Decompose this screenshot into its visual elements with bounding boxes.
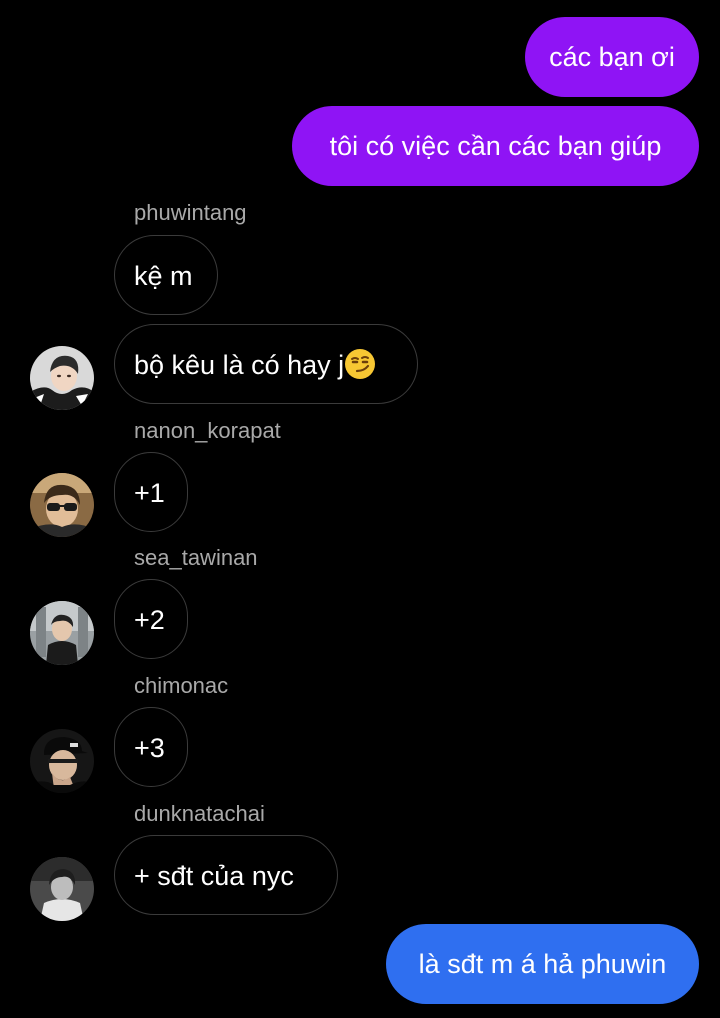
message-text: + sđt của nyc	[134, 861, 294, 891]
incoming-message-bubble[interactable]: +3	[114, 707, 188, 787]
message-text: bộ kêu là có hay j	[134, 350, 345, 380]
sender-name: nanon_korapat	[134, 418, 281, 443]
message-text: tôi có việc cần các bạn giúp	[329, 131, 662, 161]
outgoing-message-bubble[interactable]: các bạn ơi	[525, 17, 699, 97]
avatar[interactable]	[30, 729, 94, 793]
incoming-message-bubble[interactable]: + sđt của nyc	[114, 835, 338, 915]
outgoing-message-bubble[interactable]: là sđt m á hả phuwin	[386, 924, 699, 1004]
message-text: kệ m	[134, 261, 193, 291]
smirking-face-icon	[344, 331, 376, 411]
message-text: là sđt m á hả phuwin	[418, 949, 667, 979]
incoming-message-bubble[interactable]: kệ m	[114, 235, 218, 315]
sender-name: sea_tawinan	[134, 545, 258, 570]
sender-name: phuwintang	[134, 200, 247, 225]
incoming-message-bubble[interactable]: +1	[114, 452, 188, 532]
outgoing-message-bubble[interactable]: tôi có việc cần các bạn giúp	[292, 106, 699, 186]
avatar[interactable]	[30, 857, 94, 921]
avatar[interactable]	[30, 346, 94, 410]
message-text: +1	[134, 478, 165, 508]
incoming-message-bubble[interactable]: +2	[114, 579, 188, 659]
avatar[interactable]	[30, 601, 94, 665]
message-text: +3	[134, 733, 165, 763]
sender-name: chimonac	[134, 673, 229, 698]
sender-name: dunknatachai	[134, 801, 265, 826]
avatar[interactable]	[30, 473, 94, 537]
message-text: các bạn ơi	[549, 42, 675, 72]
message-text: +2	[134, 605, 165, 635]
incoming-message-bubble[interactable]: bộ kêu là có hay j	[114, 324, 418, 404]
